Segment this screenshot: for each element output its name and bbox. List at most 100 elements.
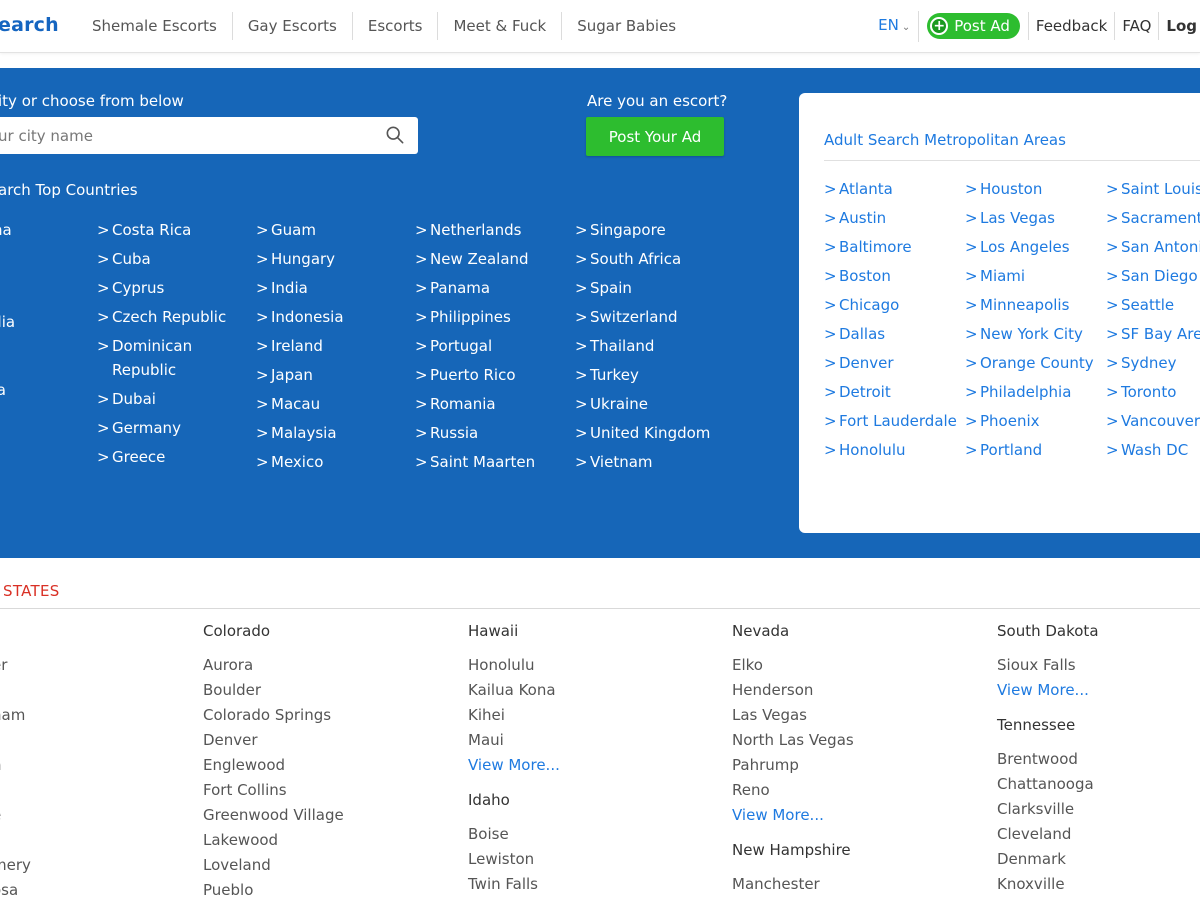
metro-link[interactable]: > Seattle [1106, 291, 1200, 320]
city-link[interactable]: Reno [732, 778, 972, 803]
country-link[interactable]: > Cuba [97, 245, 242, 274]
city-link[interactable] [0, 778, 232, 803]
metro-link[interactable]: > San Antoni [1106, 233, 1200, 262]
metro-link[interactable]: > Houston [965, 175, 1105, 204]
post-ad-button[interactable]: + Post Ad [927, 13, 1020, 39]
city-search-input[interactable] [0, 117, 370, 154]
post-your-ad-button[interactable]: Post Your Ad [586, 117, 724, 156]
country-link[interactable]: > Switzerland [575, 303, 720, 332]
country-link[interactable]: > Spain [575, 274, 720, 303]
country-link[interactable]: > Cyprus [97, 274, 242, 303]
login-link[interactable]: Log [1158, 12, 1200, 40]
state-heading[interactable]: Tennessee [997, 715, 1200, 747]
view-more-link[interactable]: View More... [468, 753, 708, 778]
metro-link[interactable]: > Minneapolis [965, 291, 1105, 320]
country-link[interactable]: > Costa Rica [97, 216, 242, 245]
country-link[interactable]: m [0, 279, 93, 308]
city-link[interactable] [0, 678, 232, 703]
country-link[interactable]: > Saint Maarten [415, 448, 560, 477]
city-link[interactable]: Brentwood [997, 747, 1200, 772]
country-link[interactable]: > Vietnam [575, 448, 720, 477]
city-link[interactable]: Loveland [203, 853, 443, 878]
metro-link[interactable]: > Fort Lauderdale [824, 407, 964, 436]
city-link[interactable]: osa [0, 878, 232, 900]
city-link[interactable]: Pueblo [203, 878, 443, 900]
country-link[interactable]: a [0, 337, 93, 366]
nav-meet-fuck[interactable]: Meet & Fuck [438, 12, 563, 40]
city-link[interactable]: Cleveland [997, 822, 1200, 847]
metro-link[interactable]: > Detroit [824, 378, 964, 407]
country-link[interactable]: > Ukraine [575, 390, 720, 419]
city-link[interactable] [0, 728, 232, 753]
metro-link[interactable]: > Saint Louis [1106, 175, 1200, 204]
city-link[interactable]: Honolulu [468, 653, 708, 678]
site-logo[interactable]: earch [0, 14, 59, 36]
city-link[interactable]: Lakewood [203, 828, 443, 853]
country-link[interactable]: tina [0, 216, 93, 245]
country-link[interactable]: > Dubai [97, 385, 242, 414]
country-link[interactable]: > Hungary [256, 245, 401, 274]
country-link[interactable]: > Puerto Rico [415, 361, 560, 390]
metro-link[interactable]: > Sydney [1106, 349, 1200, 378]
city-link[interactable]: Clarksville [997, 797, 1200, 822]
city-link[interactable]: Boulder [203, 678, 443, 703]
country-link[interactable]: > Czech Republic [97, 303, 242, 332]
view-more-link[interactable]: View More... [732, 803, 972, 828]
state-heading[interactable]: New Hampshire [732, 840, 972, 872]
city-link[interactable]: ham [0, 703, 232, 728]
metro-link[interactable]: > Toronto [1106, 378, 1200, 407]
city-link[interactable]: n [0, 753, 232, 778]
city-link[interactable]: Aurora [203, 653, 443, 678]
city-link[interactable]: Kihei [468, 703, 708, 728]
state-heading[interactable]: Hawaii [468, 621, 708, 653]
country-link[interactable]: > Netherlands [415, 216, 560, 245]
country-link[interactable]: > Indonesia [256, 303, 401, 332]
country-link[interactable]: > Japan [256, 361, 401, 390]
country-link[interactable]: > South Africa [575, 245, 720, 274]
country-link[interactable]: > Macau [256, 390, 401, 419]
state-heading[interactable]: Colorado [203, 621, 443, 653]
country-link[interactable]: > Greece [97, 443, 242, 472]
metro-link[interactable]: > San Diego [1106, 262, 1200, 291]
city-link[interactable]: Las Vegas [732, 703, 972, 728]
city-link[interactable]: Twin Falls [468, 872, 708, 897]
metro-link[interactable]: > Phoenix [965, 407, 1105, 436]
search-icon[interactable] [386, 126, 404, 144]
city-link[interactable]: mery [0, 853, 232, 878]
city-link[interactable]: Lewiston [468, 847, 708, 872]
city-link[interactable]: Elko [732, 653, 972, 678]
city-link[interactable]: Henderson [732, 678, 972, 703]
nav-shemale-escorts[interactable]: Shemale Escorts [77, 12, 233, 40]
city-link[interactable]: Fort Collins [203, 778, 443, 803]
country-link[interactable]: > Malaysia [256, 419, 401, 448]
city-link[interactable]: Denmark [997, 847, 1200, 872]
city-link[interactable]: Englewood [203, 753, 443, 778]
metro-link[interactable]: > Portland [965, 436, 1105, 465]
city-link[interactable]: er [0, 653, 232, 678]
metro-link[interactable]: > Honolulu [824, 436, 964, 465]
city-link[interactable]: North Las Vegas [732, 728, 972, 753]
metro-link[interactable]: > Boston [824, 262, 964, 291]
country-link[interactable]: > New Zealand [415, 245, 560, 274]
metro-link[interactable]: > Chicago [824, 291, 964, 320]
city-link[interactable]: Manchester [732, 872, 972, 897]
country-link[interactable]: > United Kingdom [575, 419, 720, 448]
state-heading[interactable]: Idaho [468, 790, 708, 822]
country-link[interactable]: > Portugal [415, 332, 560, 361]
country-link[interactable]: > Ireland [256, 332, 401, 361]
metro-link[interactable]: > Los Angeles [965, 233, 1105, 262]
city-link[interactable]: Greenwood Village [203, 803, 443, 828]
country-link[interactable]: lia [0, 245, 93, 274]
state-heading[interactable]: South Dakota [997, 621, 1200, 653]
city-link[interactable]: Chattanooga [997, 772, 1200, 797]
country-link[interactable]: > Russia [415, 419, 560, 448]
state-heading[interactable]: Nevada [732, 621, 972, 653]
country-link[interactable]: > Turkey [575, 361, 720, 390]
view-more-link[interactable]: View More... [997, 678, 1200, 703]
nav-escorts[interactable]: Escorts [353, 12, 439, 40]
city-link[interactable]: e [0, 803, 232, 828]
country-link[interactable]: > Panama [415, 274, 560, 303]
metro-link[interactable]: > Baltimore [824, 233, 964, 262]
country-link[interactable]: > Singapore [575, 216, 720, 245]
state-heading[interactable]: a [0, 621, 232, 653]
